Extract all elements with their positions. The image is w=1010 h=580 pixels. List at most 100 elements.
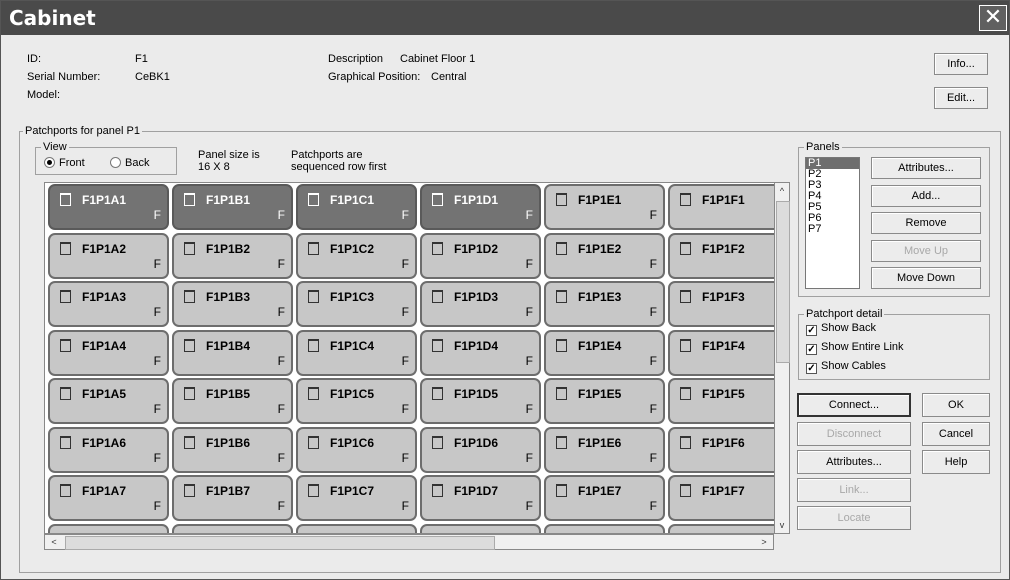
patchport-cell[interactable]: F1P1F4F bbox=[668, 329, 774, 376]
patchport-cell[interactable]: F1P1A5 F bbox=[48, 378, 169, 424]
patchport-cell-partial[interactable] bbox=[48, 523, 169, 533]
patchport-cell[interactable]: F1P1D3 F bbox=[420, 281, 541, 327]
patchport-cell[interactable]: F1P1B4 F bbox=[172, 329, 293, 376]
checkbox-icon: ✓ bbox=[806, 363, 817, 374]
vertical-scroll-thumb[interactable] bbox=[776, 201, 790, 363]
patchport-icon bbox=[60, 241, 71, 255]
scroll-up-icon[interactable]: ^ bbox=[775, 184, 789, 198]
patchport-cell[interactable]: F1P1D2 F bbox=[420, 232, 541, 279]
cabinet-dialog: Cabinet ✕ ID: F1 Serial Number: CeBK1 Mo… bbox=[0, 0, 1010, 580]
patchport-cell[interactable]: F1P1C5 F bbox=[296, 378, 417, 424]
detail-option-checkbox[interactable]: ✓ Show Entire Link bbox=[806, 341, 904, 355]
patchport-name: F1P1C1 bbox=[330, 193, 375, 207]
view-back-radio[interactable]: Back bbox=[110, 157, 149, 169]
info-button[interactable]: Info... bbox=[934, 53, 988, 75]
patchport-cell[interactable]: F1P1D6 F bbox=[420, 426, 541, 473]
patchport-cell[interactable]: F1P1C3 F bbox=[296, 281, 417, 327]
detail-option-checkbox[interactable]: ✓ Show Cables bbox=[806, 360, 886, 374]
patchport-cell[interactable]: F1P1F5F bbox=[668, 378, 774, 424]
patchport-icon bbox=[60, 193, 71, 206]
connect-button[interactable]: Connect... bbox=[797, 393, 911, 417]
patchport-cell[interactable]: F1P1E7 F bbox=[544, 475, 665, 521]
port-attributes-button[interactable]: Attributes... bbox=[797, 450, 911, 474]
patchport-name: F1P1C3 bbox=[330, 290, 375, 304]
patchport-name: F1P1A3 bbox=[82, 290, 127, 304]
patchport-cell[interactable]: F1P1F7F bbox=[668, 475, 774, 521]
patchport-cell[interactable]: F1P1C7 F bbox=[296, 475, 417, 521]
detail-option-checkbox[interactable]: ✓ Show Back bbox=[806, 322, 876, 336]
patchport-cell[interactable]: F1P1A1 F bbox=[48, 184, 169, 230]
patchport-cell[interactable]: F1P1C6 F bbox=[296, 426, 417, 473]
vertical-scrollbar[interactable]: ^ v bbox=[774, 182, 790, 534]
patchport-cell[interactable]: F1P1E6 F bbox=[544, 426, 665, 473]
serial-number-value: CeBK1 bbox=[135, 71, 170, 83]
scroll-left-icon[interactable]: < bbox=[47, 535, 61, 549]
close-button[interactable]: ✕ bbox=[979, 5, 1007, 31]
patchport-icon bbox=[556, 387, 567, 400]
patchport-cell[interactable]: F1P1B3 F bbox=[172, 281, 293, 327]
scroll-right-icon[interactable]: > bbox=[757, 535, 771, 549]
patchport-side: F bbox=[401, 402, 409, 416]
patchport-cell[interactable]: F1P1D5 F bbox=[420, 378, 541, 424]
model-label: Model: bbox=[27, 89, 61, 101]
ok-button[interactable]: OK bbox=[922, 393, 990, 417]
patchport-cell[interactable]: F1P1A2 F bbox=[48, 232, 169, 279]
panel-list-item[interactable]: P7 bbox=[806, 224, 859, 235]
patchport-cell-partial[interactable] bbox=[296, 523, 417, 533]
patchport-cell[interactable]: F1P1D4 F bbox=[420, 329, 541, 376]
patchport-icon bbox=[308, 484, 319, 497]
patchport-name: F1P1B2 bbox=[206, 241, 251, 256]
patchport-cell[interactable]: F1P1F6F bbox=[668, 426, 774, 473]
help-button[interactable]: Help bbox=[922, 450, 990, 474]
horizontal-scroll-thumb[interactable] bbox=[65, 536, 495, 550]
remove-panel-button[interactable]: Remove bbox=[871, 212, 981, 234]
scroll-down-icon[interactable]: v bbox=[775, 518, 789, 532]
panel-attributes-button[interactable]: Attributes... bbox=[871, 157, 981, 179]
patchport-cell[interactable]: F1P1D7 F bbox=[420, 475, 541, 521]
disconnect-button[interactable]: Disconnect bbox=[797, 422, 911, 446]
patchport-cell[interactable]: F1P1E4 F bbox=[544, 329, 665, 376]
patchport-cell[interactable]: F1P1C2 F bbox=[296, 232, 417, 279]
move-down-button[interactable]: Move Down bbox=[871, 267, 981, 289]
patchport-cell[interactable]: F1P1A3 F bbox=[48, 281, 169, 327]
patchport-cell[interactable]: F1P1F3F bbox=[668, 281, 774, 327]
patchport-cell[interactable]: F1P1B5 F bbox=[172, 378, 293, 424]
edit-button[interactable]: Edit... bbox=[934, 87, 988, 109]
patchport-cell-partial[interactable] bbox=[172, 523, 293, 533]
view-front-radio[interactable]: Front bbox=[44, 157, 85, 169]
patchport-cell[interactable]: F1P1B7 F bbox=[172, 475, 293, 521]
patchport-name: F1P1F6 bbox=[702, 435, 745, 450]
patchport-cell[interactable]: F1P1D1 F bbox=[420, 184, 541, 230]
patchport-cell[interactable]: F1P1F1F bbox=[668, 184, 774, 230]
patchport-cell[interactable]: F1P1E1 F bbox=[544, 184, 665, 230]
cancel-button[interactable]: Cancel bbox=[922, 422, 990, 446]
patchport-name: F1P1D4 bbox=[454, 338, 499, 353]
patchport-cell-partial[interactable] bbox=[544, 523, 665, 533]
move-up-button[interactable]: Move Up bbox=[871, 240, 981, 262]
patchport-cell[interactable]: F1P1A6 F bbox=[48, 426, 169, 473]
horizontal-scrollbar[interactable]: < > bbox=[44, 534, 774, 550]
patchport-cell[interactable]: F1P1E3 F bbox=[544, 281, 665, 327]
patchport-cell[interactable]: F1P1A7 F bbox=[48, 475, 169, 521]
patchport-cell[interactable]: F1P1C1 F bbox=[296, 184, 417, 230]
patchport-cell-partial[interactable] bbox=[420, 523, 541, 533]
patchport-cell[interactable]: F1P1E2 F bbox=[544, 232, 665, 279]
patchport-name: F1P1A1 bbox=[82, 193, 127, 207]
patchport-cell[interactable]: F1P1E5 F bbox=[544, 378, 665, 424]
patchport-cell-partial[interactable] bbox=[668, 523, 774, 533]
link-button[interactable]: Link... bbox=[797, 478, 911, 502]
add-panel-button[interactable]: Add... bbox=[871, 185, 981, 207]
patchport-name: F1P1D5 bbox=[454, 387, 499, 401]
patchport-cell[interactable]: F1P1B2 F bbox=[172, 232, 293, 279]
patchport-side: F bbox=[401, 256, 409, 271]
title-bar[interactable]: Cabinet ✕ bbox=[1, 1, 1009, 35]
patchport-icon bbox=[60, 338, 71, 352]
patchport-cell[interactable]: F1P1C4 F bbox=[296, 329, 417, 376]
locate-button[interactable]: Locate bbox=[797, 506, 911, 530]
patchport-cell[interactable]: F1P1B6 F bbox=[172, 426, 293, 473]
patchport-cell[interactable]: F1P1F2F bbox=[668, 232, 774, 279]
patchport-cell[interactable]: F1P1B1 F bbox=[172, 184, 293, 230]
panels-list[interactable]: P1 P2 P3 P4 P5 P6 P7 bbox=[805, 157, 860, 289]
patchport-cell[interactable]: F1P1A4 F bbox=[48, 329, 169, 376]
patchport-icon bbox=[432, 435, 443, 449]
